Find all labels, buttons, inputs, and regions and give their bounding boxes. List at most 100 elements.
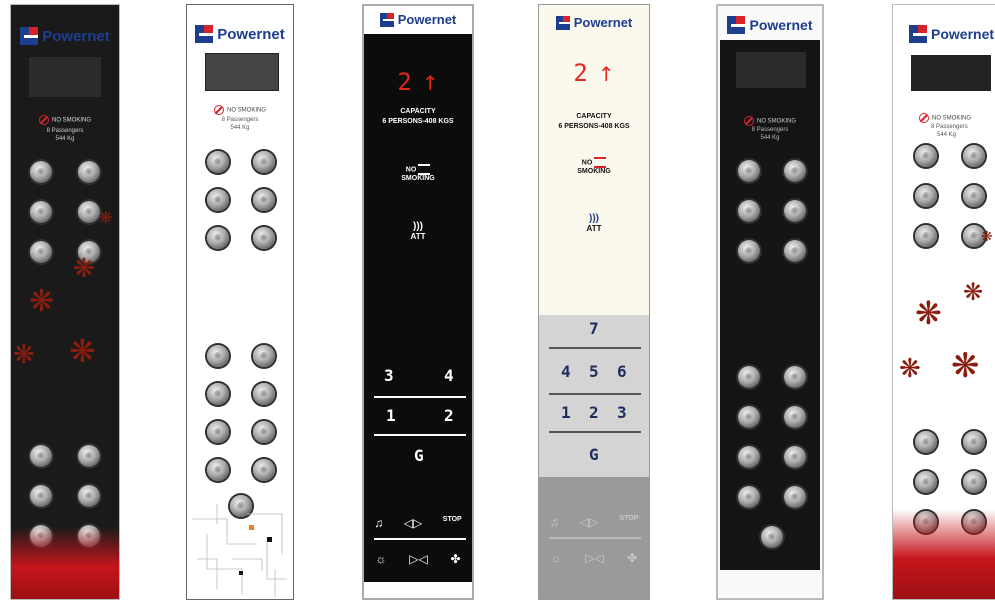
maple-leaf-icon: ❋	[915, 295, 942, 331]
floor-button[interactable]	[963, 145, 985, 167]
floor-button[interactable]	[738, 486, 760, 508]
stop-button[interactable]: STOP	[443, 516, 462, 530]
brand-name: Powernet	[217, 25, 285, 43]
floor-button[interactable]	[30, 201, 52, 223]
control-row-2: ☼ ▷◁ ✤	[364, 552, 472, 566]
floor-button[interactable]	[207, 345, 229, 367]
bell-icon[interactable]: ♫	[374, 516, 383, 530]
no-smoking-label: NO SMOKING	[893, 113, 995, 123]
elevator-panel-2: Powernet NO SMOKING 8 Passengers 544 Kg	[186, 4, 294, 600]
red-geometric-footer	[893, 509, 995, 599]
fan-icon[interactable]: ✤	[451, 552, 461, 566]
floor-button[interactable]	[784, 200, 806, 222]
floor-button-3[interactable]: 3	[384, 366, 394, 385]
floor-button-1[interactable]: 1	[561, 403, 571, 422]
floor-button-g[interactable]: G	[589, 445, 599, 464]
passengers-label: 8 Passengers	[46, 128, 84, 134]
stop-button[interactable]: STOP	[619, 515, 638, 529]
floor-button[interactable]	[738, 240, 760, 262]
floor-button[interactable]	[253, 383, 275, 405]
light-icon[interactable]: ☼	[375, 552, 386, 566]
floor-button[interactable]	[207, 151, 229, 173]
brand-logo: Powernet	[187, 25, 293, 43]
brand-name: Powernet	[573, 15, 633, 30]
floor-button[interactable]	[915, 431, 937, 453]
floor-button[interactable]	[207, 383, 229, 405]
floor-button-5[interactable]: 5	[589, 362, 599, 381]
floor-button[interactable]	[963, 471, 985, 493]
floor-button[interactable]	[78, 201, 100, 223]
floor-button[interactable]	[253, 421, 275, 443]
door-open-icon[interactable]: ◁▷	[580, 515, 598, 529]
floor-button-1[interactable]: 1	[386, 406, 396, 425]
door-open-icon[interactable]: ◁▷	[404, 516, 422, 530]
passengers-label: 8 Passengers	[221, 117, 259, 123]
weight-label: 544 Kg	[937, 132, 957, 138]
fan-icon[interactable]: ✤	[627, 551, 637, 565]
floor-button-4[interactable]: 4	[444, 366, 454, 385]
floor-button[interactable]	[207, 189, 229, 211]
floor-button-7[interactable]: 7	[589, 319, 599, 338]
floor-button-g[interactable]: G	[414, 446, 424, 465]
wireless-icon: )))	[413, 221, 423, 232]
floor-button[interactable]	[963, 185, 985, 207]
no-smoking-label: NO SMOKING	[187, 105, 293, 115]
weight-label: 544 Kg	[760, 135, 780, 141]
display-screen	[911, 55, 991, 91]
floor-button[interactable]	[207, 421, 229, 443]
floor-button[interactable]	[784, 446, 806, 468]
floor-button[interactable]	[78, 445, 100, 467]
floor-button[interactable]	[738, 160, 760, 182]
floor-button-6[interactable]: 6	[617, 362, 627, 381]
floor-button[interactable]	[30, 445, 52, 467]
floor-button[interactable]	[784, 160, 806, 182]
alarm-button[interactable]	[761, 526, 783, 548]
floor-button[interactable]	[915, 145, 937, 167]
floor-button-3[interactable]: 3	[617, 403, 627, 422]
floor-button[interactable]	[738, 200, 760, 222]
floor-button[interactable]	[253, 345, 275, 367]
floor-button[interactable]	[738, 406, 760, 428]
floor-button[interactable]	[738, 446, 760, 468]
door-close-icon[interactable]: ▷◁	[585, 551, 603, 565]
door-close-icon[interactable]: ▷◁	[409, 552, 427, 566]
passengers-label: 8 Passengers	[931, 124, 968, 130]
divider	[374, 434, 466, 436]
floor-button-2[interactable]: 2	[589, 403, 599, 422]
floor-button[interactable]	[784, 486, 806, 508]
floor-button[interactable]	[915, 225, 937, 247]
no-smoking-touch-label: NO SMOKING	[539, 157, 649, 175]
floor-button[interactable]	[253, 189, 275, 211]
elevator-panel-6: Powernet NO SMOKING 8 Passengers 544 Kg …	[892, 4, 995, 600]
floor-button[interactable]	[30, 241, 52, 263]
floor-button[interactable]	[784, 366, 806, 388]
floor-button[interactable]	[78, 485, 100, 507]
logo-mark-icon	[379, 12, 394, 27]
control-row-1: ♫ ◁▷ STOP	[539, 515, 649, 529]
floor-button[interactable]	[253, 151, 275, 173]
floor-button[interactable]	[963, 431, 985, 453]
floor-button[interactable]	[253, 227, 275, 249]
floor-button[interactable]	[784, 406, 806, 428]
floor-button-4[interactable]: 4	[561, 362, 571, 381]
display-screen	[205, 53, 279, 91]
control-row-2: ☼ ▷◁ ✤	[539, 551, 649, 565]
light-icon[interactable]: ☼	[551, 551, 562, 565]
floor-button[interactable]	[30, 485, 52, 507]
floor-button[interactable]	[207, 227, 229, 249]
floor-button-2[interactable]: 2	[444, 406, 454, 425]
floor-button[interactable]	[915, 471, 937, 493]
arrow-up-icon: ↑	[597, 62, 615, 86]
bell-icon[interactable]: ♫	[550, 515, 559, 529]
floor-button[interactable]	[915, 185, 937, 207]
logo-mark-icon	[909, 25, 927, 43]
maple-leaf-icon: ❋	[951, 347, 980, 385]
floor-button[interactable]	[738, 366, 760, 388]
floor-button[interactable]	[30, 161, 52, 183]
no-smoking-label: NO SMOKING	[11, 115, 119, 125]
floor-button[interactable]	[253, 459, 275, 481]
floor-button[interactable]	[78, 161, 100, 183]
no-smoking-icon	[919, 113, 929, 123]
floor-button[interactable]	[207, 459, 229, 481]
floor-button[interactable]	[784, 240, 806, 262]
